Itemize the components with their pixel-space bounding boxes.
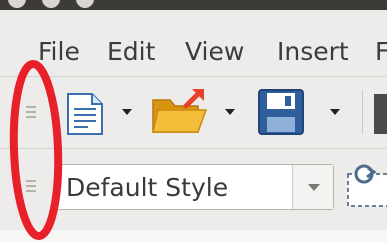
menu-insert[interactable]: Insert <box>277 38 349 66</box>
window-titlebar <box>0 0 387 10</box>
open-dropdown-arrow[interactable] <box>225 109 235 115</box>
chevron-down-icon <box>308 184 320 191</box>
new-dropdown-arrow[interactable] <box>122 109 132 115</box>
paragraph-style-value: Default Style <box>66 173 229 202</box>
save-floppy-icon[interactable] <box>257 88 305 136</box>
paragraph-style-combo[interactable]: Default Style <box>56 164 334 210</box>
libreoffice-window: File Edit View Insert F Default Style <box>0 0 387 242</box>
toolbar-grip-handle[interactable] <box>26 106 36 121</box>
new-document-icon[interactable] <box>62 92 106 136</box>
open-folder-icon[interactable] <box>150 86 210 136</box>
menubar-separator <box>0 76 387 77</box>
toolbar-grip-handle[interactable] <box>26 180 36 195</box>
minimize-window-button[interactable] <box>42 0 60 8</box>
menu-view[interactable]: View <box>185 38 244 66</box>
menu-edit[interactable]: Edit <box>107 38 155 66</box>
toolbar-separator <box>362 90 363 134</box>
maximize-window-button[interactable] <box>76 0 94 8</box>
menu-bar: File Edit View Insert F <box>0 10 387 78</box>
menu-format[interactable]: F <box>375 38 387 66</box>
close-window-button[interactable] <box>8 0 26 8</box>
style-dropdown-button[interactable] <box>292 165 333 209</box>
menu-file[interactable]: File <box>38 38 80 66</box>
insert-icon[interactable] <box>374 94 387 134</box>
document-area-edge <box>0 230 387 242</box>
save-dropdown-arrow[interactable] <box>330 109 340 115</box>
style-update-icon[interactable] <box>346 164 387 208</box>
toolbar-separator-line <box>0 148 387 149</box>
